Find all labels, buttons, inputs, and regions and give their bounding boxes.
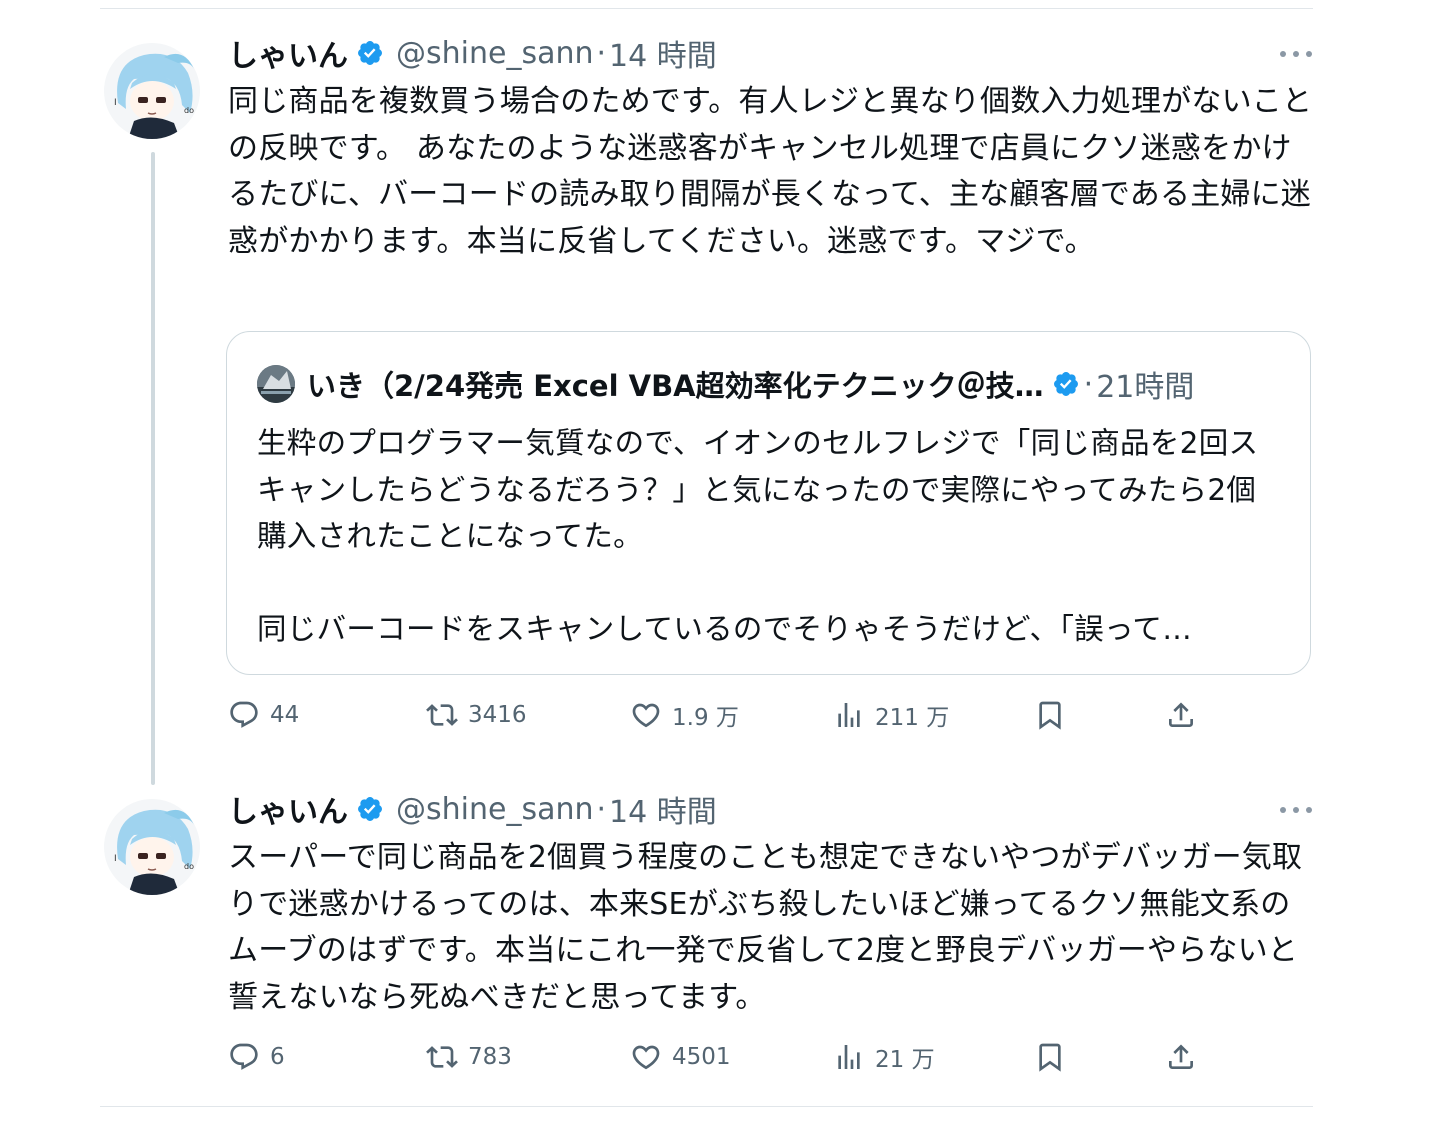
views-button[interactable]: 21 万 [833, 1037, 935, 1077]
bottom-divider [100, 1106, 1313, 1107]
quoted-tweet-text: 生粋のプログラマー気質なので、イオンのセルフレジで「同じ商品を2回スキャンしたら… [257, 426, 1259, 646]
like-button[interactable]: 4501 [630, 1037, 731, 1077]
bookmark-icon [1039, 701, 1061, 730]
quoted-tweet-header: いき（2/24発売 Excel VBA超効率化テクニック＠技… · 21時間 [257, 362, 1194, 406]
views-icon [838, 1045, 860, 1069]
timestamp[interactable]: 14 時間 [609, 31, 717, 75]
views-icon [838, 703, 860, 727]
tweet-actions: 6 783 4501 21 万 [228, 1037, 1313, 1077]
views-count: 21 万 [875, 1047, 935, 1073]
quoted-tweet[interactable]: いき（2/24発売 Excel VBA超効率化テクニック＠技… · 21時間 生… [226, 331, 1311, 675]
verified-badge-icon [356, 795, 384, 823]
tweet-text: 同じ商品を複数買う場合のためです。有人レジと異なり個数入力処理がないことの反映で… [228, 84, 1313, 259]
views-count: 211 万 [875, 705, 950, 731]
separator-dot: · [1083, 366, 1094, 402]
quoted-avatar [257, 365, 295, 403]
bookmark-button[interactable] [1034, 695, 1066, 735]
tweet-header: しゃいん @shine_sann · 14 時間 [228, 31, 717, 75]
like-icon [632, 1045, 660, 1070]
retweet-icon [426, 704, 458, 726]
verified-badge-icon [1052, 370, 1080, 398]
tweet-header: しゃいん @shine_sann · 14 時間 [228, 787, 717, 831]
avatar[interactable]: I do [104, 799, 200, 895]
quoted-timestamp: 21時間 [1096, 370, 1195, 405]
like-icon [632, 703, 660, 728]
retweet-count: 783 [468, 1044, 512, 1070]
author-name[interactable]: しゃいん [228, 787, 348, 831]
more-icon[interactable] [1280, 44, 1312, 64]
reply-icon [230, 701, 258, 728]
thread-connector-line [151, 152, 155, 785]
author-handle[interactable]: @shine_sann [396, 792, 594, 827]
author-handle[interactable]: @shine_sann [396, 36, 594, 71]
share-icon [1169, 702, 1193, 727]
reply-button[interactable]: 6 [228, 1037, 285, 1077]
more-icon[interactable] [1280, 800, 1312, 820]
share-button[interactable] [1165, 695, 1197, 735]
share-button[interactable] [1165, 1037, 1197, 1077]
author-name[interactable]: しゃいん [228, 31, 348, 75]
bookmark-icon [1039, 1043, 1061, 1072]
svg-text:I: I [114, 98, 117, 108]
views-button[interactable]: 211 万 [833, 695, 949, 735]
retweet-button[interactable]: 3416 [426, 695, 527, 735]
quoted-author-name: いき（2/24発売 Excel VBA超効率化テクニック＠技… [307, 369, 1044, 403]
reply-icon [230, 1043, 258, 1070]
tweet-text: スーパーで同じ商品を2個買う程度のことも想定できないやつがデバッガー気取りで迷惑… [228, 840, 1303, 1015]
svg-text:do: do [184, 106, 194, 115]
retweet-count: 3416 [468, 702, 527, 728]
top-divider [100, 8, 1313, 9]
retweet-button[interactable]: 783 [426, 1037, 512, 1077]
reply-count: 44 [270, 702, 300, 728]
retweet-icon [426, 1046, 458, 1068]
svg-text:do: do [184, 862, 194, 871]
bookmark-button[interactable] [1034, 1037, 1066, 1077]
tweet-actions: 44 3416 1.9 万 211 万 [228, 695, 1313, 735]
like-button[interactable]: 1.9 万 [630, 695, 739, 735]
separator-dot: · [596, 35, 607, 71]
reply-count: 6 [270, 1044, 285, 1070]
share-icon [1169, 1044, 1193, 1069]
timestamp[interactable]: 14 時間 [609, 787, 717, 831]
like-count: 4501 [672, 1044, 731, 1070]
svg-text:I: I [114, 854, 117, 864]
reply-button[interactable]: 44 [228, 695, 299, 735]
verified-badge-icon [356, 39, 384, 67]
like-count: 1.9 万 [672, 705, 739, 731]
separator-dot: · [596, 791, 607, 827]
avatar[interactable]: I do [104, 43, 200, 139]
